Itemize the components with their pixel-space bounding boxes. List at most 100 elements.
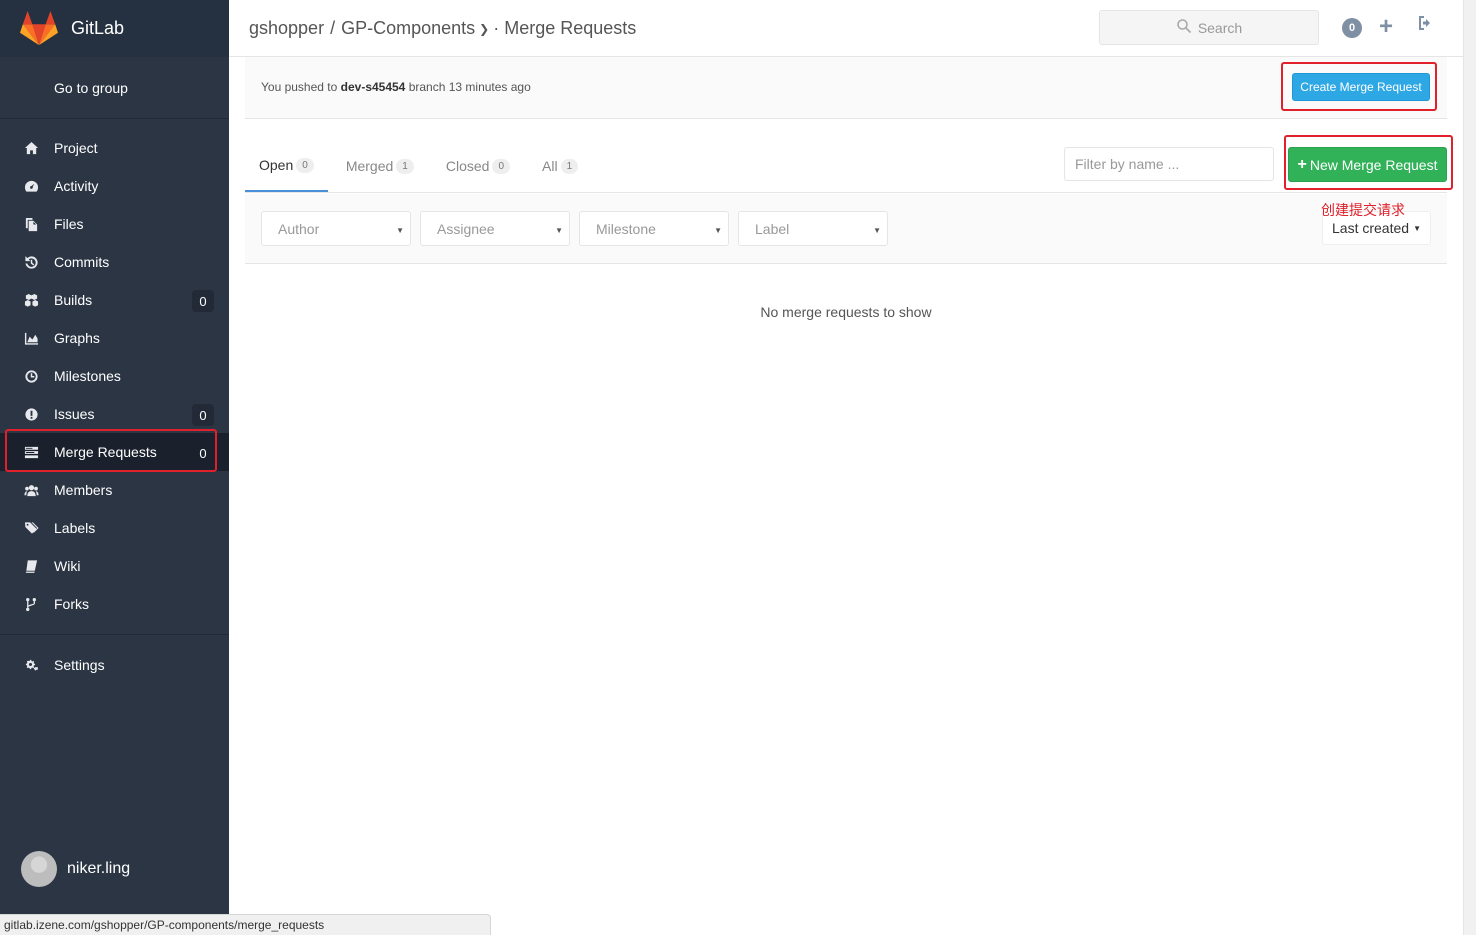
sidebar-item-label: Graphs (54, 330, 100, 346)
dropdown-label: Label (755, 220, 790, 237)
sidebar-item-forks[interactable]: Forks (0, 585, 229, 623)
alert-prefix: You pushed to (261, 80, 341, 94)
breadcrumb-group[interactable]: gshopper (249, 18, 324, 39)
sidebar-item-label: Issues (54, 406, 95, 422)
brand-name: GitLab (71, 18, 125, 38)
book-icon (22, 557, 40, 575)
sidebar-item-wiki[interactable]: Wiki (0, 547, 229, 585)
highlight-box-new-button (1284, 135, 1453, 190)
sidebar-item-builds[interactable]: Builds 0 (0, 281, 229, 319)
sidebar-item-labels[interactable]: Labels (0, 509, 229, 547)
chevron-down-icon[interactable]: ❯ (479, 22, 489, 36)
breadcrumb-separator: / (330, 18, 336, 38)
sidebar-item-commits[interactable]: Commits (0, 243, 229, 281)
tab-count: 0 (296, 157, 314, 173)
tab-label: All (542, 158, 558, 174)
brand[interactable]: GitLab (0, 0, 229, 57)
filter-bar: Author ▼ Assignee ▼ Milestone ▼ Label ▼ (245, 194, 1447, 264)
sidebar-item-label: Forks (54, 596, 89, 612)
sidebar-item-label: Labels (54, 520, 96, 536)
tab-closed[interactable]: Closed 0 (432, 140, 524, 192)
sidebar-item-members[interactable]: Members (0, 471, 229, 509)
user-menu[interactable]: niker.ling (21, 851, 130, 887)
sidebar-item-label: Commits (54, 254, 110, 270)
avatar (21, 851, 57, 887)
go-to-group-link[interactable]: Go to group (0, 57, 229, 119)
breadcrumb-project[interactable]: GP-Components (341, 18, 475, 39)
sidebar-divider (0, 634, 229, 635)
search-placeholder: Search (1197, 19, 1243, 36)
sidebar-item-issues[interactable]: Issues 0 (0, 395, 229, 433)
sign-out-icon[interactable] (1417, 15, 1435, 36)
cogs-icon (22, 656, 40, 674)
exclamation-circle-icon (22, 405, 40, 423)
tab-merged[interactable]: Merged 1 (332, 140, 428, 192)
caret-down-icon: ▼ (1413, 223, 1421, 233)
sidebar-item-settings[interactable]: Settings (0, 646, 229, 684)
breadcrumb-section: · Merge Requests (493, 18, 637, 38)
users-icon (22, 481, 40, 499)
breadcrumb: gshopper / GP-Components ❯ · Merge Reque… (249, 18, 636, 39)
tab-count: 0 (492, 158, 510, 174)
alert-suffix: branch 13 minutes ago (405, 80, 531, 94)
issues-count-badge: 0 (192, 404, 214, 426)
code-fork-icon (22, 595, 40, 613)
author-dropdown[interactable]: Author ▼ (261, 211, 411, 246)
empty-state-message: No merge requests to show (760, 304, 932, 320)
sidebar-item-label: Activity (54, 178, 99, 194)
sidebar-item-files[interactable]: Files (0, 205, 229, 243)
area-chart-icon (22, 329, 40, 347)
username: niker.ling (67, 860, 131, 877)
dropdown-label: Author (278, 220, 320, 237)
sidebar-item-label: Project (54, 140, 98, 156)
sort-label: Last created (1332, 220, 1410, 236)
todos-count-badge[interactable]: 0 (1342, 18, 1362, 38)
sidebar-item-label: Members (54, 482, 113, 498)
assignee-dropdown[interactable]: Assignee ▼ (420, 211, 570, 246)
highlight-box-merge-requests (5, 429, 217, 472)
dropdown-label: Assignee (437, 220, 495, 237)
tab-all[interactable]: All 1 (528, 140, 592, 192)
sidebar-item-activity[interactable]: Activity (0, 167, 229, 205)
tab-open[interactable]: Open 0 (245, 140, 328, 192)
files-icon (22, 215, 40, 233)
label-dropdown[interactable]: Label ▼ (738, 211, 888, 246)
caret-down-icon: ▼ (714, 226, 722, 235)
browser-status-bar: gitlab.izene.com/gshopper/GP-components/… (0, 914, 491, 935)
dashboard-icon (22, 177, 40, 195)
search-input[interactable]: Search (1099, 10, 1319, 45)
caret-down-icon: ▼ (555, 226, 563, 235)
highlight-box-create-button (1281, 62, 1437, 111)
caret-down-icon: ▼ (396, 226, 404, 235)
sidebar-item-graphs[interactable]: Graphs (0, 319, 229, 357)
filter-by-name-input[interactable]: Filter by name ... (1064, 147, 1274, 181)
new-project-plus-icon[interactable]: + (1379, 13, 1393, 41)
tab-label: Closed (445, 158, 490, 174)
tags-icon (22, 519, 40, 537)
push-alert-text: You pushed to dev-s45454 branch 13 minut… (261, 80, 531, 94)
caret-down-icon: ▼ (873, 226, 881, 235)
sidebar-item-label: Builds (54, 292, 93, 308)
home-icon (22, 139, 40, 157)
history-icon (22, 253, 40, 271)
sidebar-item-project[interactable]: Project (0, 129, 229, 167)
sidebar-item-milestones[interactable]: Milestones (0, 357, 229, 395)
tab-count: 1 (396, 158, 414, 174)
gitlab-logo-icon (20, 10, 58, 45)
sidebar-nav: Project Activity Files Commits Builds 0 … (0, 119, 229, 623)
search-icon (1176, 18, 1192, 37)
sidebar-item-label: Settings (54, 657, 105, 673)
tab-label: Open (259, 157, 294, 173)
sidebar-item-label: Files (54, 216, 84, 232)
sidebar-item-label: Wiki (54, 558, 81, 574)
state-tabs: Open 0 Merged 1 Closed 0 All 1 (245, 140, 596, 192)
annotation-text: 创建提交请求 (1321, 203, 1405, 219)
tab-count: 1 (560, 158, 579, 174)
branch-name[interactable]: dev-s45454 (341, 80, 406, 94)
push-alert: You pushed to dev-s45454 branch 13 minut… (245, 57, 1447, 119)
milestone-dropdown[interactable]: Milestone ▼ (579, 211, 729, 246)
cubes-icon (22, 291, 40, 309)
page-scrollbar[interactable] (1463, 0, 1476, 935)
tabs-divider (245, 192, 1447, 193)
builds-count-badge: 0 (192, 290, 214, 312)
